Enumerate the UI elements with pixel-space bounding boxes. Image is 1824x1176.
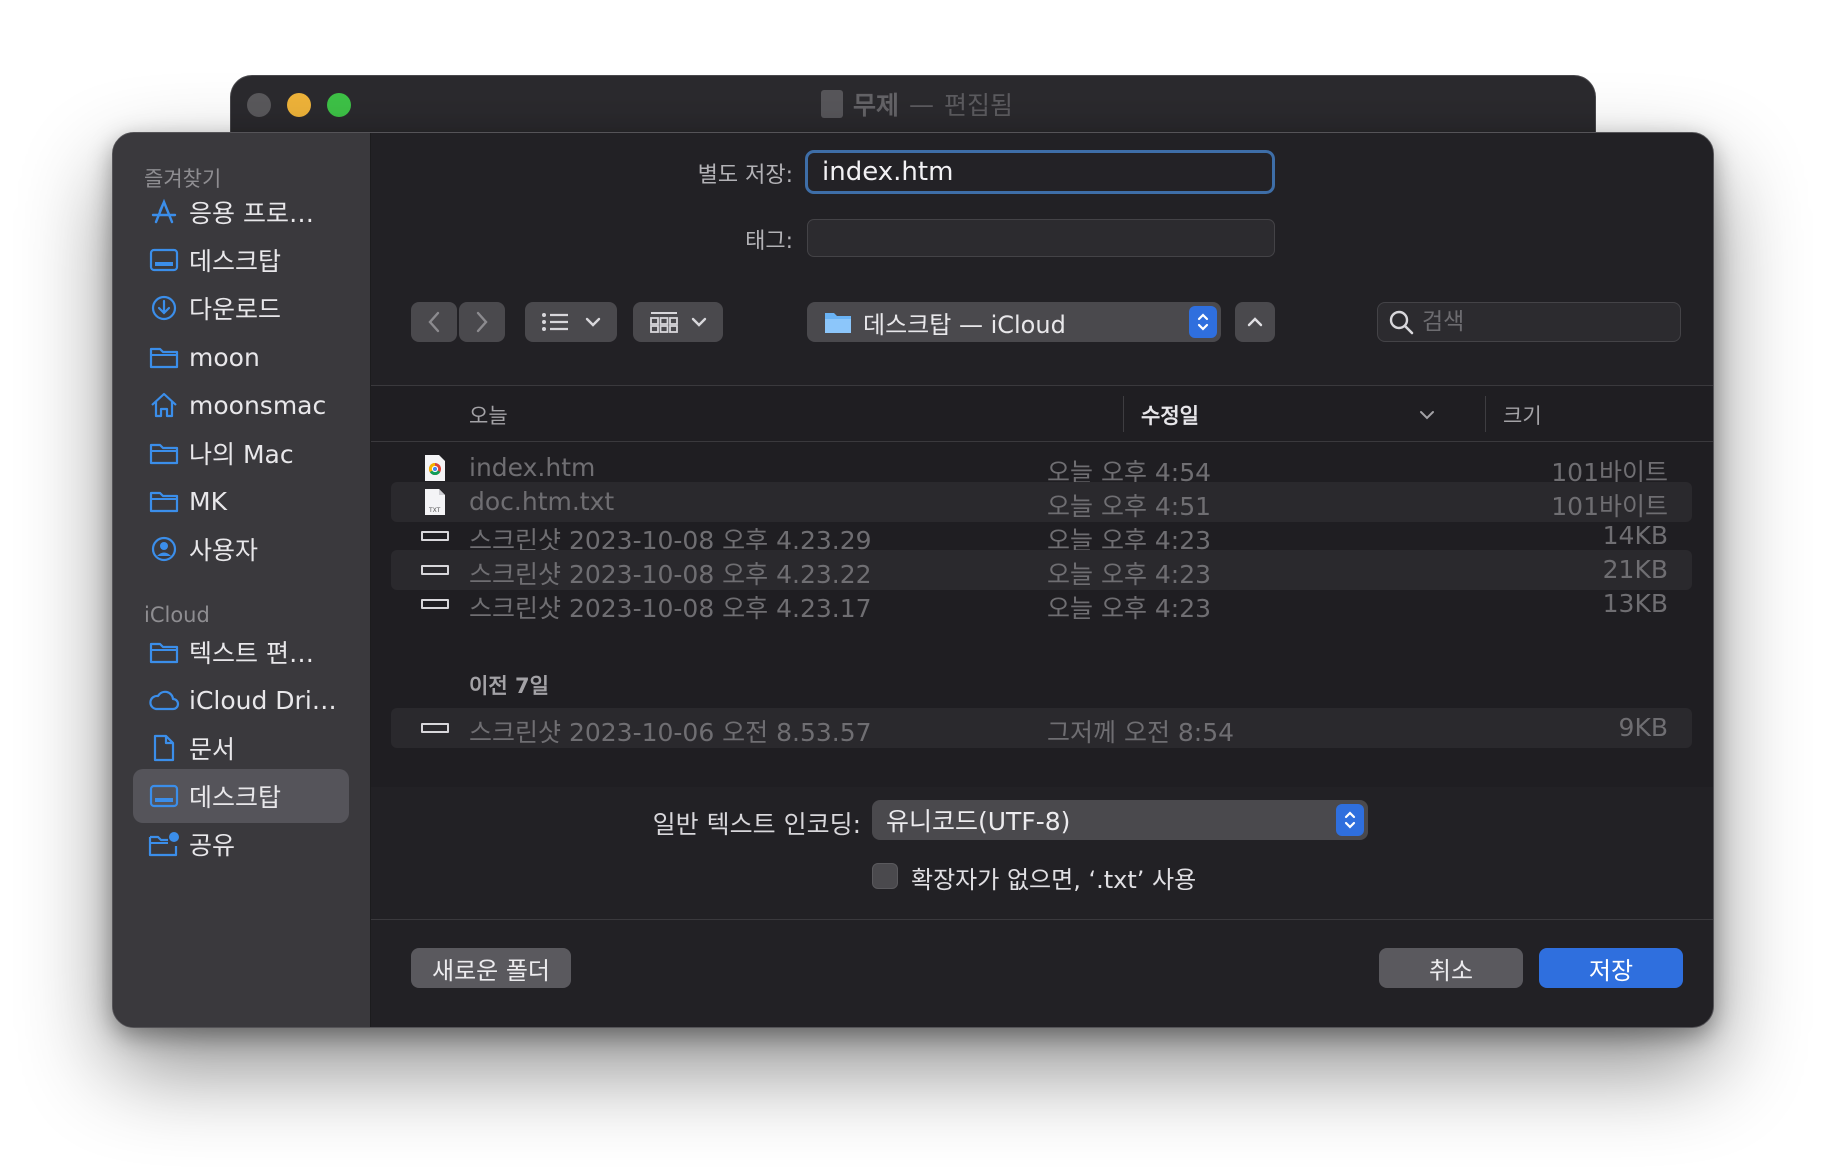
downloads-icon bbox=[147, 291, 181, 325]
file-row[interactable]: 스크린샷 2023-10-06 오전 8.53.57 그저께 오전 8:54 9… bbox=[391, 708, 1692, 748]
window-title: 무제 — 편집됨 bbox=[821, 86, 1013, 122]
close-window-button[interactable] bbox=[247, 93, 271, 117]
grid-view-icon bbox=[650, 312, 678, 333]
folder-icon bbox=[147, 436, 181, 470]
folder-icon bbox=[825, 313, 851, 333]
sidebar-item-desktop[interactable]: 데스크탑 bbox=[133, 233, 349, 287]
sort-chevron-icon bbox=[1420, 411, 1434, 420]
collapse-button[interactable] bbox=[1235, 302, 1275, 342]
sidebar-item-textedit[interactable]: 텍스트 편… bbox=[133, 625, 349, 679]
up-down-chevron-icon bbox=[1344, 811, 1356, 829]
save-button[interactable]: 저장 bbox=[1539, 948, 1683, 988]
list-view-icon bbox=[542, 313, 568, 331]
txt-file-icon: TXT bbox=[421, 488, 449, 516]
back-button[interactable] bbox=[411, 302, 457, 342]
tags-label: 태그: bbox=[745, 229, 793, 254]
sidebar-item-shared[interactable]: 공유 bbox=[133, 817, 349, 871]
sidebar-item-mk[interactable]: MK bbox=[133, 474, 349, 528]
column-header: 오늘 수정일 크기 bbox=[371, 386, 1713, 442]
folder-icon bbox=[147, 484, 181, 518]
column-size[interactable]: 크기 bbox=[1503, 400, 1542, 430]
column-divider bbox=[1485, 396, 1486, 432]
location-popup[interactable]: 데스크탑 — iCloud bbox=[807, 302, 1221, 342]
file-browser: 오늘 수정일 크기 index.htm 오늘 오후 4:54 101바이트 TX… bbox=[371, 385, 1713, 787]
home-icon bbox=[147, 388, 181, 422]
main-panel: 별도 저장: index.htm 태그: 데스크탑 — iCloud 검색 오늘… bbox=[371, 133, 1713, 1027]
sidebar-item-users[interactable]: 사용자 bbox=[133, 522, 349, 576]
sidebar-item-applications[interactable]: 응용 프로… bbox=[133, 185, 349, 239]
list-view-button[interactable] bbox=[525, 302, 617, 342]
sidebar-item-my-mac[interactable]: 나의 Mac bbox=[133, 426, 349, 480]
chevron-up-icon bbox=[1247, 317, 1263, 327]
sidebar-heading-icloud: iCloud bbox=[144, 603, 210, 627]
sidebar-item-documents[interactable]: 문서 bbox=[133, 721, 349, 775]
search-icon bbox=[1389, 310, 1414, 335]
encoding-stepper[interactable] bbox=[1336, 804, 1364, 836]
up-down-chevron-icon bbox=[1197, 313, 1209, 331]
chrome-html-icon bbox=[421, 454, 449, 482]
sidebar-item-icloud-desktop[interactable]: 데스크탑 bbox=[133, 769, 349, 823]
save-as-input[interactable]: index.htm bbox=[805, 150, 1275, 194]
minimize-window-button[interactable] bbox=[287, 93, 311, 117]
chevron-down-icon bbox=[585, 317, 601, 327]
save-dialog: 즐겨찾기 응용 프로… 데스크탑 다운로드 moon moonsmac 나의 M… bbox=[112, 132, 1714, 1028]
desktop-icon bbox=[147, 243, 181, 277]
column-divider bbox=[1123, 396, 1124, 432]
chevron-down-icon bbox=[691, 317, 707, 327]
save-as-label: 별도 저장: bbox=[697, 163, 793, 188]
applications-icon bbox=[147, 195, 181, 229]
new-folder-button[interactable]: 새로운 폴더 bbox=[411, 948, 571, 988]
maximize-window-button[interactable] bbox=[327, 93, 351, 117]
txt-extension-label: 확장자가 없으면, ‘.txt’ 사용 bbox=[911, 866, 1197, 894]
document-icon bbox=[821, 90, 843, 118]
search-input[interactable] bbox=[1422, 309, 1662, 335]
cancel-button[interactable]: 취소 bbox=[1379, 948, 1523, 988]
search-box[interactable] bbox=[1377, 302, 1681, 342]
folder-icon bbox=[147, 340, 181, 374]
document-icon bbox=[147, 731, 181, 765]
screenshot-icon bbox=[421, 556, 449, 584]
shared-folder-icon bbox=[147, 827, 181, 861]
encoding-label: 일반 텍스트 인코딩: bbox=[652, 810, 861, 839]
encoding-popup[interactable]: 유니코드(UTF-8) bbox=[872, 800, 1368, 840]
chevron-right-icon bbox=[476, 311, 488, 333]
forward-button[interactable] bbox=[459, 302, 505, 342]
tags-input[interactable] bbox=[807, 219, 1275, 257]
gallery-view-button[interactable] bbox=[633, 302, 723, 342]
chevron-left-icon bbox=[428, 311, 440, 333]
sidebar-item-moonsmac[interactable]: moonsmac bbox=[133, 378, 349, 432]
screenshot-icon bbox=[421, 590, 449, 618]
divider bbox=[371, 919, 1713, 920]
location-stepper[interactable] bbox=[1189, 306, 1217, 338]
user-icon bbox=[147, 532, 181, 566]
screenshot-icon bbox=[421, 714, 449, 742]
sidebar-item-moon[interactable]: moon bbox=[133, 330, 349, 384]
sidebar-item-icloud-drive[interactable]: iCloud Dri… bbox=[133, 673, 349, 727]
folder-icon bbox=[147, 635, 181, 669]
svg-text:TXT: TXT bbox=[428, 507, 441, 514]
cloud-icon bbox=[147, 683, 181, 717]
desktop-icon bbox=[147, 779, 181, 813]
sidebar: 즐겨찾기 응용 프로… 데스크탑 다운로드 moon moonsmac 나의 M… bbox=[113, 133, 371, 1027]
txt-extension-checkbox[interactable] bbox=[872, 863, 898, 889]
group-heading-previous-7-days: 이전 7일 bbox=[469, 674, 549, 698]
file-row[interactable]: 스크린샷 2023-10-08 오후 4.23.17 오늘 오후 4:23 13… bbox=[391, 584, 1692, 624]
screenshot-icon bbox=[421, 522, 449, 550]
column-name[interactable]: 오늘 bbox=[469, 400, 508, 430]
sidebar-item-downloads[interactable]: 다운로드 bbox=[133, 281, 349, 335]
column-modified[interactable]: 수정일 bbox=[1141, 400, 1199, 430]
